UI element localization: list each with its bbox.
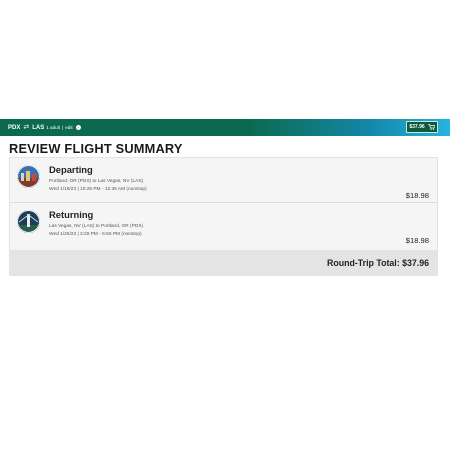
round-trip-total-bar: Round-Trip Total: $37.96	[10, 250, 437, 276]
cart-icon	[427, 124, 435, 130]
segment-price: $18.98	[405, 236, 429, 245]
segment-price: $18.98	[405, 191, 429, 200]
destination-thumbnail	[17, 210, 40, 233]
segment-title: Returning	[49, 209, 94, 220]
destination-thumbnail	[17, 165, 40, 188]
separator: |	[62, 125, 64, 130]
segment-route: Portland, OR (PDX) to Las Vegas, NV (LAS…	[49, 179, 144, 184]
origin-code: PDX	[8, 124, 21, 131]
cart-button[interactable]: $37.96	[406, 121, 438, 133]
round-trip-total: Round-Trip Total: $37.96	[327, 258, 429, 268]
segment-title: Departing	[49, 164, 93, 175]
swap-arrows-icon: ⇄	[23, 124, 30, 131]
segment-time: Wed 1/18/23 | 10:25 PM - 12:38 AM (nonst…	[49, 187, 147, 192]
page-title: REVIEW FLIGHT SUMMARY	[9, 141, 183, 156]
info-icon[interactable]: ›	[75, 125, 81, 130]
segment-route: Las Vegas, NV (LAS) to Portland, OR (PDX…	[49, 224, 144, 229]
route-summary: PDX ⇄ LAS 1 adult | edit ›	[8, 124, 81, 131]
passenger-count: 1 adult	[46, 125, 61, 130]
segment-time: Wed 1/25/23 | 3:28 PM - 5:55 PM (nonstop…	[49, 232, 142, 237]
booking-header-bar: PDX ⇄ LAS 1 adult | edit › $37.96	[0, 119, 450, 136]
destination-code: LAS	[32, 124, 45, 131]
departing-segment: Departing Portland, OR (PDX) to Las Vega…	[10, 158, 437, 203]
cart-total: $37.96	[409, 124, 425, 130]
flight-summary-panel: Departing Portland, OR (PDX) to Las Vega…	[9, 157, 438, 276]
edit-link[interactable]: edit	[65, 125, 72, 130]
returning-segment: Returning Las Vegas, NV (LAS) to Portlan…	[10, 203, 437, 248]
